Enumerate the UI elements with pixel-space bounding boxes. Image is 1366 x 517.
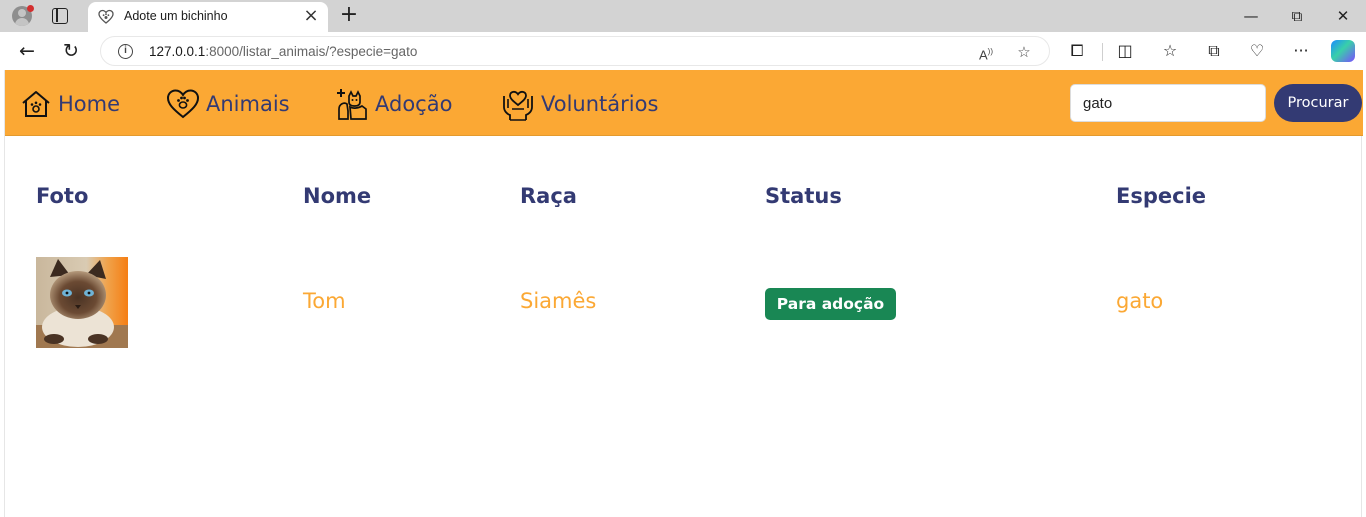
- search-input[interactable]: [1070, 84, 1266, 122]
- column-header-foto: Foto: [36, 184, 89, 208]
- restore-icon[interactable]: ⧉: [1274, 4, 1320, 28]
- url-text: 127.0.0.1:8000/listar_animais/?especie=g…: [149, 44, 417, 59]
- nav-label-adocao: Adoção: [375, 92, 453, 116]
- column-header-especie: Especie: [1116, 184, 1207, 208]
- toolbar-divider: [1102, 43, 1103, 61]
- extensions-icon[interactable]: ⧠: [1065, 39, 1089, 63]
- favorite-star-icon[interactable]: ☆: [1013, 41, 1035, 63]
- nav-label-home: Home: [58, 92, 121, 116]
- nav-label-voluntarios: Voluntários: [541, 92, 659, 116]
- nav-animais[interactable]: Animais: [166, 87, 290, 121]
- more-icon[interactable]: ···: [1289, 39, 1313, 63]
- search-button[interactable]: Procurar: [1274, 84, 1362, 122]
- copilot-icon[interactable]: [1331, 40, 1355, 62]
- animal-breed: Siamês: [520, 289, 597, 313]
- info-icon[interactable]: i: [118, 44, 133, 59]
- page-viewport: Home Animais Adoção Voluntários gato Pro…: [4, 70, 1363, 517]
- back-icon[interactable]: ←: [14, 38, 40, 64]
- status-badge: Para adoção: [765, 288, 896, 320]
- tab-actions-icon[interactable]: [52, 8, 68, 24]
- nav-voluntarios[interactable]: Voluntários: [501, 87, 658, 121]
- address-bar-row: ← ↻ i 127.0.0.1:8000/listar_animais/?esp…: [0, 32, 1366, 70]
- nav-label-animais: Animais: [206, 92, 290, 116]
- url-field[interactable]: i 127.0.0.1:8000/listar_animais/?especie…: [100, 36, 1050, 66]
- browser-tab-bar: Adote um bichinho × + — ⧉ ✕: [0, 0, 1366, 32]
- hands-heart-icon: [503, 90, 533, 121]
- nav-home[interactable]: Home: [20, 87, 120, 121]
- minimize-icon[interactable]: —: [1228, 4, 1274, 28]
- tab-title: Adote um bichinho: [124, 9, 228, 23]
- close-icon[interactable]: ×: [302, 7, 320, 25]
- browser-tab[interactable]: Adote um bichinho ×: [88, 2, 328, 32]
- url-path: :8000/listar_animais/?especie=gato: [205, 44, 418, 59]
- column-header-status: Status: [765, 184, 842, 208]
- column-header-raca: Raça: [520, 184, 577, 208]
- favicon-icon: [98, 9, 114, 24]
- animal-species: gato: [1116, 289, 1164, 313]
- house-paw-icon: [22, 91, 50, 117]
- browser-essentials-icon[interactable]: ♡: [1245, 39, 1269, 63]
- heart-paw-icon: [166, 89, 200, 119]
- animal-photo: [36, 257, 128, 348]
- favorites-icon[interactable]: ☆: [1158, 39, 1182, 63]
- split-screen-icon[interactable]: ◫: [1113, 39, 1137, 63]
- animal-name: Tom: [303, 289, 346, 313]
- siamese-cat-photo: [36, 257, 128, 348]
- new-tab-icon[interactable]: +: [338, 3, 360, 27]
- dog-cat-icon: [337, 89, 367, 120]
- reload-icon[interactable]: ↻: [58, 38, 84, 64]
- window-close-icon[interactable]: ✕: [1320, 4, 1366, 28]
- collections-icon[interactable]: ⧉: [1202, 39, 1226, 63]
- notification-dot: [27, 5, 34, 12]
- column-header-nome: Nome: [303, 184, 372, 208]
- nav-adocao[interactable]: Adoção: [335, 87, 452, 121]
- site-navbar: Home Animais Adoção Voluntários gato Pro…: [5, 70, 1363, 136]
- read-aloud-icon[interactable]: A)): [975, 41, 997, 63]
- url-host: 127.0.0.1: [149, 44, 206, 59]
